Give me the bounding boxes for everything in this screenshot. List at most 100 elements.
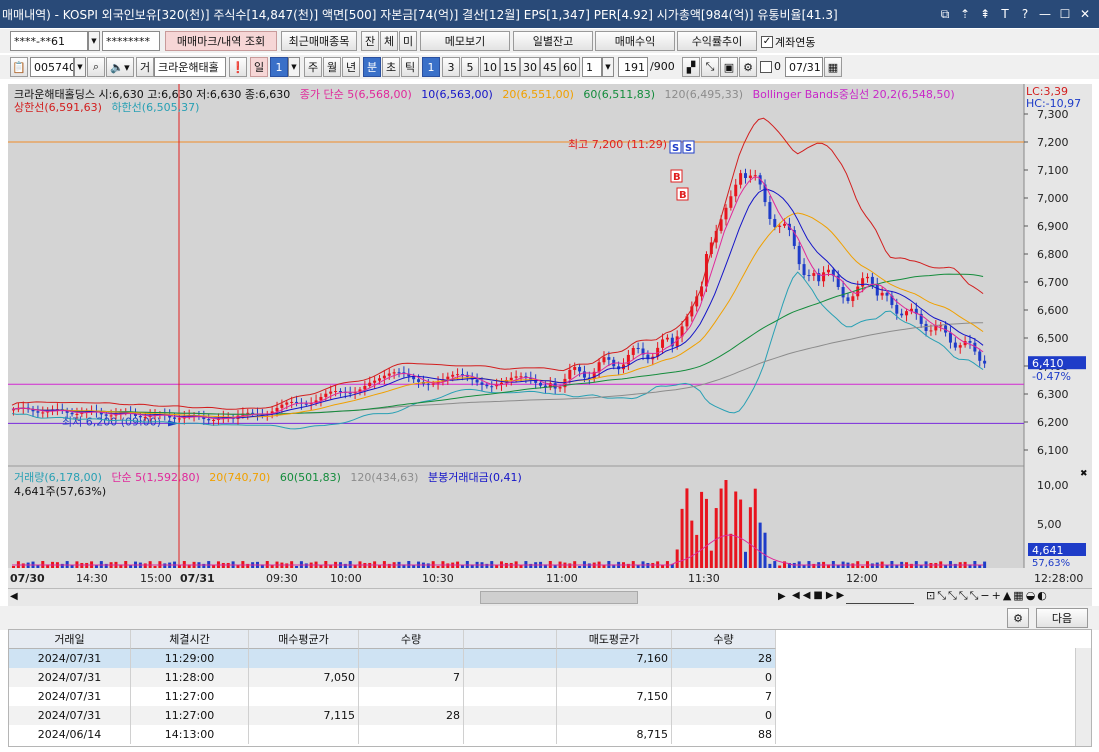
price-tick-label: 6,100	[1037, 444, 1069, 457]
return-trend-button[interactable]: 수익률추이	[677, 31, 757, 51]
candle	[319, 396, 323, 401]
table-row[interactable]: 2024/07/31 11:29:00 7,160 28	[9, 649, 776, 668]
toolbar-chart: 📋 005740 ▼ ⌕ 🔈▾ 거 크라운해태홀 ❗ 일 1 ▼ 주 월 년 분…	[0, 55, 1099, 79]
interval-60-button[interactable]: 60	[560, 57, 580, 77]
bollinger-lower-line	[11, 271, 984, 430]
checkbox-unchecked-icon[interactable]	[760, 60, 772, 73]
table-cell	[359, 649, 464, 668]
header-trade-date: 거래일	[9, 630, 131, 649]
table-scrollbar[interactable]	[1075, 648, 1091, 746]
table-row[interactable]: 2024/07/31 11:27:00 7,150 7	[9, 687, 776, 706]
volume-bar	[680, 508, 684, 568]
balance-button[interactable]: 잔	[361, 31, 379, 51]
period-value-field[interactable]: 1	[270, 57, 288, 77]
table-cell	[464, 706, 557, 725]
daily-balance-button[interactable]: 일별잔고	[513, 31, 593, 51]
period-second-button[interactable]: 초	[382, 57, 400, 77]
settings-gear-icon[interactable]: ⚙	[739, 57, 757, 77]
code-dropdown-icon[interactable]: ▼	[74, 57, 86, 77]
date-checkbox[interactable]: 0	[760, 60, 781, 73]
speaker-icon[interactable]: 🔈▾	[106, 57, 134, 77]
candle	[870, 276, 874, 284]
price-tick-label: 6,900	[1037, 220, 1069, 233]
table-row[interactable]: 2024/07/31 11:28:00 7,050 7 0	[9, 668, 776, 687]
window-close-icon[interactable]: ✕	[1077, 6, 1093, 22]
stock-list-icon[interactable]: 📋	[10, 57, 28, 77]
interval-5-button[interactable]: 5	[461, 57, 479, 77]
interval-10-button[interactable]: 10	[480, 57, 500, 77]
playback-controls-icon[interactable]: ◀◀■▶▶	[792, 590, 847, 601]
search-icon[interactable]: ⌕	[87, 57, 105, 77]
table-settings-gear-icon[interactable]: ⚙	[1007, 608, 1029, 628]
period-week-button[interactable]: 주	[304, 57, 322, 77]
period-dropdown-icon[interactable]: ▼	[288, 57, 300, 77]
link-account-checkbox[interactable]: ✓ 계좌연동	[761, 34, 815, 50]
window-help-icon[interactable]: ?	[1017, 6, 1033, 22]
period-year-button[interactable]: 년	[342, 57, 360, 77]
window-top-icon[interactable]: ⇞	[977, 6, 993, 22]
password-input[interactable]: ********	[102, 31, 160, 51]
table-row[interactable]: 2024/06/14 14:13:00 8,715 88	[9, 725, 776, 744]
broker-tag-button[interactable]: 거	[136, 57, 154, 77]
account-input[interactable]: ****-**61	[10, 31, 88, 51]
chart-tools-icon[interactable]: ▞	[682, 57, 700, 77]
candle	[885, 292, 889, 296]
table-row[interactable]: 2024/07/31 11:27:00 7,115 28 0	[9, 706, 776, 725]
candle	[807, 275, 811, 277]
interval-value-input[interactable]: 1	[582, 57, 602, 77]
interval-30-button[interactable]: 30	[520, 57, 540, 77]
chart-canvas[interactable]: 7,3007,2007,1007,0006,9006,8006,7006,600…	[8, 84, 1092, 589]
save-icon[interactable]: ▣	[720, 57, 738, 77]
volume-ma60-legend: 60(501,83)	[279, 471, 341, 484]
stock-code-input[interactable]: 005740	[30, 57, 74, 77]
count-input[interactable]: 191	[618, 57, 648, 77]
candle	[929, 330, 933, 332]
next-button[interactable]: 다음	[1036, 608, 1088, 628]
trade-mark-tab[interactable]: 매매마크/내역 조회	[165, 31, 277, 51]
sell-marker: S	[685, 143, 692, 154]
checkbox-checked-icon[interactable]: ✓	[761, 36, 773, 48]
chart-scrollbar[interactable]: ◀ ▶ ◀◀■▶▶ ⊡⤡⤡⤡⤡−+▲▦◒◐	[8, 588, 1092, 606]
window-font-icon[interactable]: T	[997, 6, 1013, 22]
period-tick-button[interactable]: 틱	[401, 57, 419, 77]
interval-45-button[interactable]: 45	[540, 57, 560, 77]
window-restore-icon[interactable]: ⧉	[937, 6, 953, 22]
unexecuted-button[interactable]: 미	[399, 31, 417, 51]
interval-1-button[interactable]: 1	[422, 57, 440, 77]
scroll-left-icon[interactable]: ◀	[10, 591, 18, 602]
chart-option-icons[interactable]: ⊡⤡⤡⤡⤡−+▲▦◒◐	[926, 589, 1049, 603]
period-minute-button[interactable]: 분	[363, 57, 381, 77]
scroll-thumb[interactable]	[480, 591, 638, 604]
stock-chart[interactable]: 7,300 7,200 7,100 7,000 6,900 6,800 6,700 6,600…	[8, 84, 1092, 606]
interval-dropdown-icon[interactable]: ▼	[602, 57, 614, 77]
alert-icon[interactable]: ❗	[229, 57, 247, 77]
interval-3-button[interactable]: 3	[442, 57, 460, 77]
window-minimize-icon[interactable]: —	[1037, 6, 1053, 22]
memo-button[interactable]: 메모보기	[420, 31, 510, 51]
scroll-right-icon[interactable]: ▶	[778, 591, 786, 602]
volume-tick-label: 10,00	[1037, 479, 1069, 492]
draw-line-icon[interactable]: ⤡	[701, 57, 719, 77]
volume-bar	[695, 534, 699, 568]
window-maximize-icon[interactable]: ☐	[1057, 6, 1073, 22]
window-pin-icon[interactable]: ⇡	[957, 6, 973, 22]
date-input[interactable]: 07/31	[785, 57, 823, 77]
period-month-button[interactable]: 월	[323, 57, 341, 77]
price-tick-label: 6,600	[1037, 304, 1069, 317]
calendar-icon[interactable]: ▦	[824, 57, 842, 77]
volume-amount-legend: 분봉거래대금(0,41)	[427, 471, 522, 484]
candle	[417, 379, 421, 382]
account-dropdown-icon[interactable]: ▼	[88, 31, 100, 51]
price-tick-label: 6,700	[1037, 276, 1069, 289]
recent-trades-button[interactable]: 최근매매종목	[281, 31, 357, 51]
executed-button[interactable]: 체	[380, 31, 398, 51]
volume-close-icon[interactable]: ✖	[1080, 469, 1088, 479]
candle	[539, 382, 543, 386]
zoom-slider[interactable]	[846, 590, 914, 604]
interval-15-button[interactable]: 15	[500, 57, 520, 77]
candle	[509, 377, 513, 381]
trade-profit-button[interactable]: 매매수익	[595, 31, 675, 51]
period-day-button[interactable]: 일	[250, 57, 268, 77]
candle	[958, 345, 962, 348]
volume-bar	[446, 563, 450, 568]
